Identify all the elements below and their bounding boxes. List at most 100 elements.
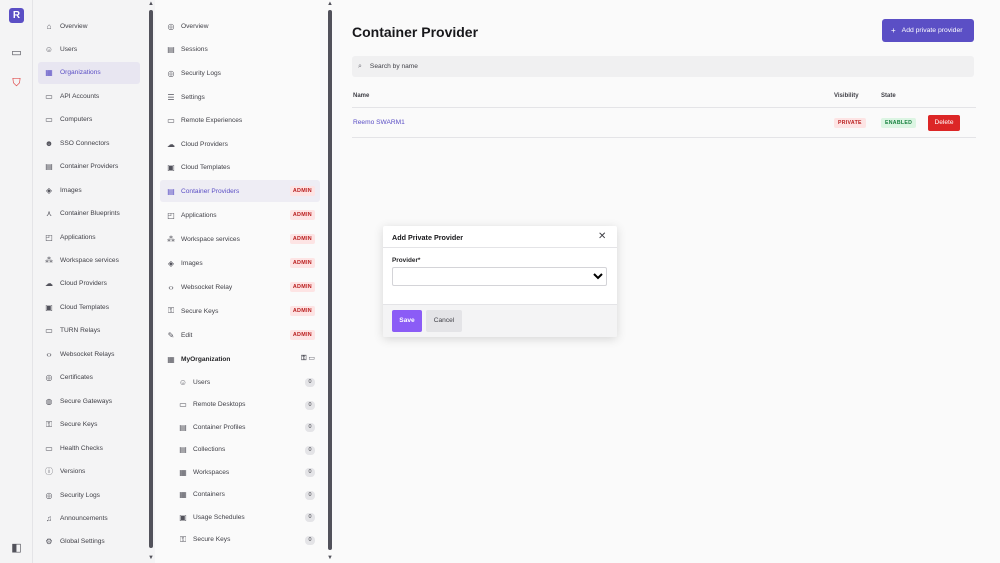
nav-item-label: Secure Keys <box>181 307 219 315</box>
org-nav-item-security-logs[interactable]: ◎ Security Logs <box>160 62 320 84</box>
count-badge: 0 <box>305 468 315 477</box>
org-sub-item-usage-schedules[interactable]: ▣ Usage Schedules 0 <box>172 506 320 528</box>
nav-item-applications[interactable]: ◰ Applications <box>38 226 140 248</box>
save-button[interactable]: Save <box>392 310 422 332</box>
nav-item-label: Health Checks <box>60 444 103 452</box>
page-title: Container Provider <box>352 24 479 40</box>
cloud-templates-icon: ▣ <box>45 302 53 312</box>
organization-header[interactable]: ▦ MyOrganization ⚿ ▭ <box>160 348 320 370</box>
cancel-button[interactable]: Cancel <box>426 310 462 332</box>
admin-badge: ADMIN <box>289 330 315 340</box>
secondary-nav-scrollbar[interactable]: ▲ ▼ <box>326 0 334 563</box>
org-sub-item-remote-desktops[interactable]: ▭ Remote Desktops 0 <box>172 394 320 416</box>
nav-item-label: Secure Keys <box>60 421 98 429</box>
state-badge: ENABLED <box>881 118 917 128</box>
org-sub-item-workspaces[interactable]: ▦ Workspaces 0 <box>172 461 320 483</box>
scrollbar-thumb[interactable] <box>328 10 332 550</box>
nav-item-container-blueprints[interactable]: ⋏ Container Blueprints <box>38 203 140 225</box>
nav-item-api-accounts[interactable]: ▭ API Accounts <box>38 85 140 107</box>
nav-item-workspace-services[interactable]: ⁂ Workspace services <box>38 250 140 272</box>
nav-item-health-checks[interactable]: ▭ Health Checks <box>38 437 140 459</box>
nav-item-label: Overview <box>181 22 209 30</box>
org-sub-item-containers[interactable]: ▦ Containers 0 <box>172 484 320 506</box>
org-nav-item-cloud-templates[interactable]: ▣ Cloud Templates <box>160 156 320 178</box>
org-nav-item-websocket-relay[interactable]: ‹› Websocket Relay ADMIN <box>160 276 320 298</box>
org-nav-item-edit[interactable]: ✎ Edit ADMIN <box>160 324 320 346</box>
api-accounts-icon: ▭ <box>45 91 53 101</box>
scroll-up-icon[interactable]: ▲ <box>147 1 155 7</box>
cloud-providers-icon: ☁ <box>167 139 175 149</box>
nav-item-label: TURN Relays <box>60 327 101 335</box>
count-badge: 0 <box>305 535 315 545</box>
org-nav-item-secure-keys[interactable]: ⚿ Secure Keys ADMIN <box>160 300 320 322</box>
org-nav-item-sessions[interactable]: ▤ Sessions <box>160 38 320 60</box>
shield-icon[interactable]: ⛉ <box>10 77 23 90</box>
sso-connectors-icon: ☻ <box>44 138 54 148</box>
divider <box>352 107 976 108</box>
count-badge: 0 <box>305 513 315 522</box>
containers-icon: ▦ <box>179 490 187 499</box>
delete-button[interactable]: Delete <box>928 115 960 131</box>
org-actions-icon[interactable]: ⚿ ▭ <box>301 354 315 363</box>
org-nav-item-images[interactable]: ◈ Images ADMIN <box>160 252 320 274</box>
nav-item-label: Secure Gateways <box>60 397 113 405</box>
nav-item-secure-gateways[interactable]: ◍ Secure Gateways <box>38 390 140 412</box>
nav-item-certificates[interactable]: ◎ Certificates <box>38 367 140 389</box>
org-nav-item-overview[interactable]: ◎ Overview <box>160 15 320 37</box>
org-sub-item-container-profiles[interactable]: ▤ Container Profiles 0 <box>172 416 320 438</box>
nav-item-images[interactable]: ◈ Images <box>38 179 140 201</box>
monitor-icon[interactable]: ▭ <box>10 47 23 60</box>
org-sub-item-secure-keys[interactable]: ⚿ Secure Keys 0 <box>172 529 320 551</box>
scrollbar-thumb[interactable] <box>149 10 153 548</box>
org-nav-item-applications[interactable]: ◰ Applications ADMIN <box>160 204 320 226</box>
container-blueprints-icon: ⋏ <box>46 209 52 219</box>
visibility-badge: PRIVATE <box>834 118 866 128</box>
primary-nav-scrollbar[interactable]: ▲ ▼ <box>147 0 155 563</box>
nav-item-label: Applications <box>60 233 96 241</box>
provider-select[interactable] <box>392 267 607 286</box>
org-nav-item-workspace-services[interactable]: ⁂ Workspace services ADMIN <box>160 228 320 250</box>
scroll-up-icon[interactable]: ▲ <box>326 1 334 7</box>
close-icon[interactable]: ✕ <box>598 231 606 242</box>
nav-item-websocket-relays[interactable]: ‹› Websocket Relays <box>38 343 140 365</box>
overview-icon: ⌂ <box>46 21 52 31</box>
nav-item-computers[interactable]: ▭ Computers <box>38 109 140 131</box>
org-nav-item-settings[interactable]: ☰ Settings <box>160 86 320 108</box>
sidebar-toggle-icon[interactable]: ◧ <box>10 542 23 555</box>
nav-item-cloud-templates[interactable]: ▣ Cloud Templates <box>38 296 140 318</box>
org-sub-item-users[interactable]: ☺ Users 0 <box>172 371 320 393</box>
app-logo[interactable]: R <box>9 8 24 23</box>
org-sub-item-collections[interactable]: ▤ Collections 0 <box>172 439 320 461</box>
nav-item-secure-keys[interactable]: ⚿ Secure Keys <box>38 414 140 436</box>
search-bar[interactable]: ⌕ <box>352 56 974 77</box>
nav-item-label: Container Providers <box>181 187 240 195</box>
provider-name-link[interactable]: Reemo SWARM1 <box>353 119 405 126</box>
nav-item-label: Settings <box>181 93 205 101</box>
nav-item-users[interactable]: ☺ Users <box>38 38 140 60</box>
org-nav-item-container-providers[interactable]: ▤ Container Providers ADMIN <box>160 180 320 202</box>
nav-item-global-settings[interactable]: ⚙ Global Settings <box>38 531 140 553</box>
modal-title: Add Private Provider <box>392 233 464 242</box>
nav-item-announcements[interactable]: ♫ Announcements <box>38 507 140 529</box>
workspaces-icon: ▦ <box>179 467 187 477</box>
org-nav-item-remote-experiences[interactable]: ▭ Remote Experiences <box>160 109 320 131</box>
search-icon: ⌕ <box>358 62 362 70</box>
nav-item-container-providers[interactable]: ▤ Container Providers <box>38 156 140 178</box>
nav-item-cloud-providers[interactable]: ☁ Cloud Providers <box>38 273 140 295</box>
nav-item-overview[interactable]: ⌂ Overview <box>38 15 140 37</box>
nav-item-sso-connectors[interactable]: ☻ SSO Connectors <box>38 132 140 154</box>
search-input[interactable] <box>369 63 930 70</box>
nav-item-organizations[interactable]: ▦ Organizations <box>38 61 140 84</box>
nav-item-label: Remote Desktops <box>193 401 246 408</box>
column-header-state: State <box>881 93 896 99</box>
nav-item-versions[interactable]: ⓘ Versions <box>38 461 140 483</box>
health-checks-icon: ▭ <box>45 443 53 453</box>
add-private-provider-button[interactable]: + Add private provider <box>882 19 974 42</box>
org-nav-item-cloud-providers[interactable]: ☁ Cloud Providers <box>160 133 320 155</box>
nav-item-label: Users <box>60 45 78 53</box>
admin-badge: ADMIN <box>289 210 315 220</box>
scroll-down-icon[interactable]: ▼ <box>326 555 334 561</box>
nav-item-security-logs[interactable]: ◎ Security Logs <box>38 484 140 506</box>
scroll-down-icon[interactable]: ▼ <box>147 555 155 561</box>
nav-item-turn-relays[interactable]: ▭ TURN Relays <box>38 320 140 342</box>
